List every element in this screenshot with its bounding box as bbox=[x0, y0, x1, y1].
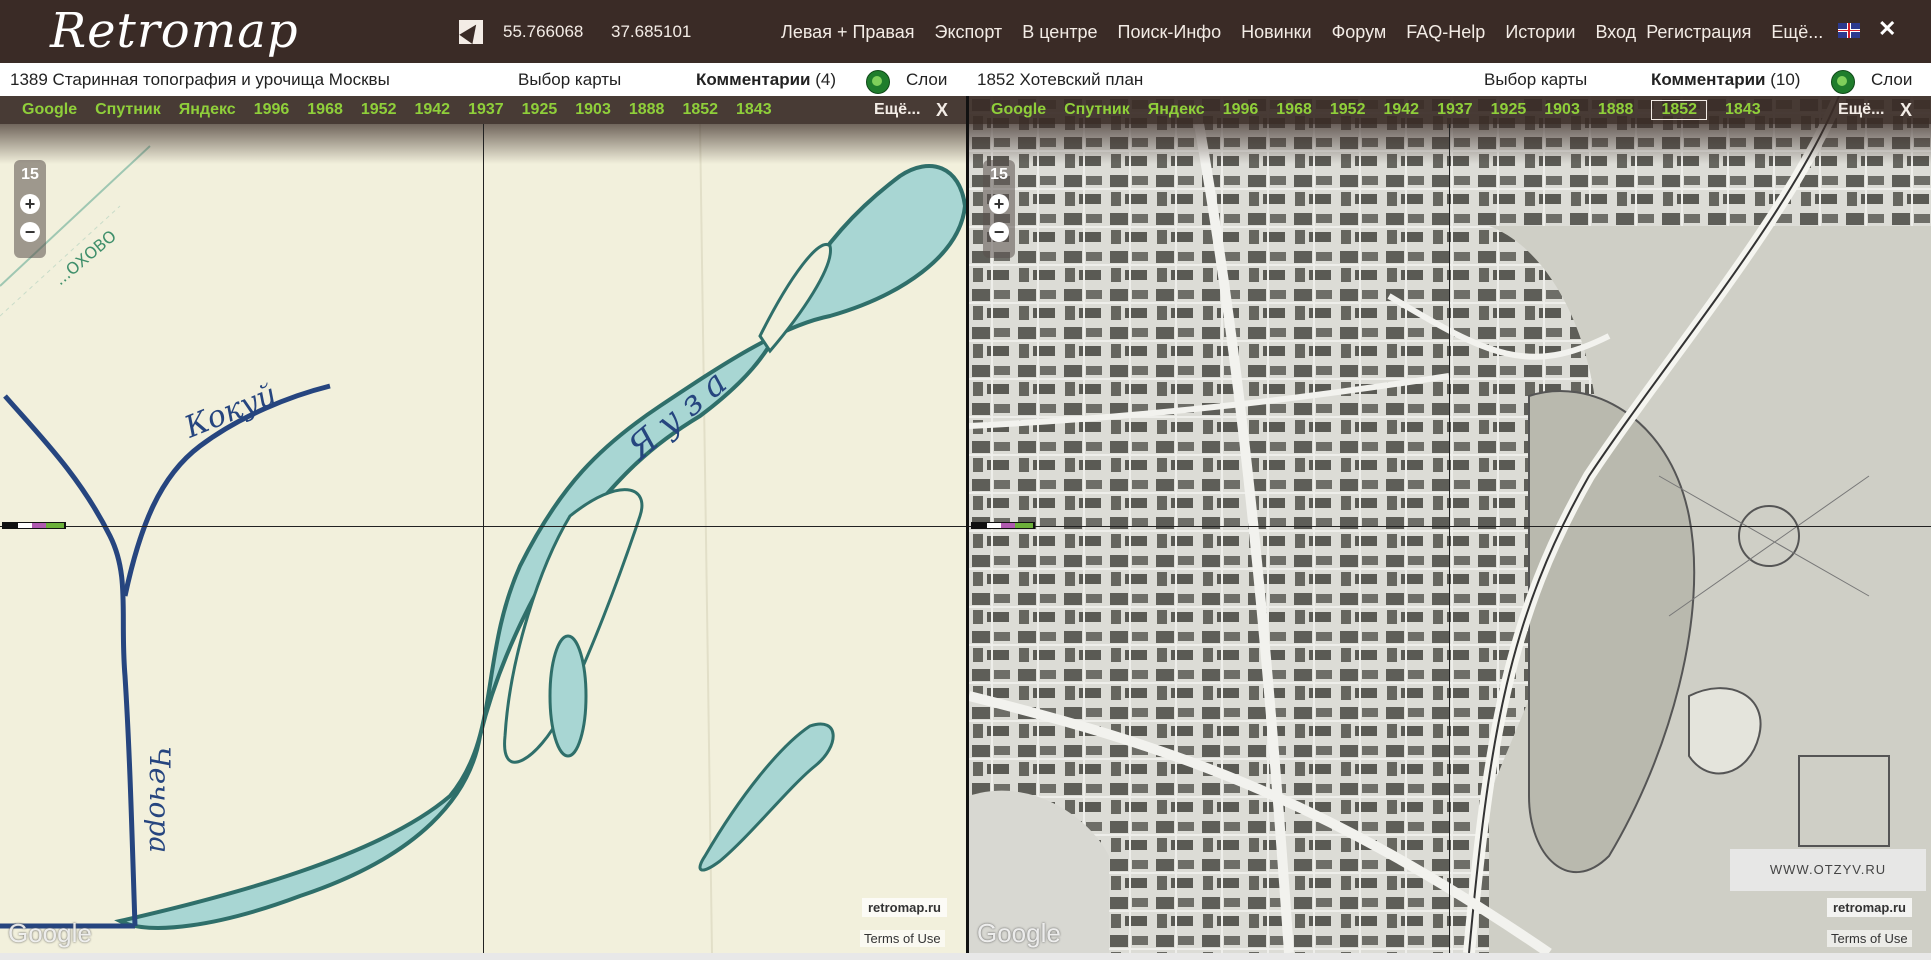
left-map-type-1903[interactable]: 1903 bbox=[575, 101, 611, 119]
right-scale-bar bbox=[971, 522, 1035, 529]
right-map-type-1952[interactable]: 1952 bbox=[1330, 101, 1366, 119]
left-scale-bar bbox=[2, 522, 66, 529]
right-map-type-yandex[interactable]: Яндекс bbox=[1148, 101, 1205, 119]
left-map-type-yandex[interactable]: Яндекс bbox=[179, 101, 236, 119]
chechora-label: Чечора bbox=[143, 746, 176, 853]
left-map-type-1937[interactable]: 1937 bbox=[468, 101, 504, 119]
uk-flag-icon[interactable] bbox=[1838, 23, 1860, 38]
left-google-logo: Google bbox=[8, 918, 92, 948]
right-zoom-out-button[interactable]: − bbox=[989, 222, 1009, 242]
right-map-type-1852-active[interactable]: 1852 bbox=[1651, 100, 1708, 120]
right-map-type-satellite[interactable]: Спутник bbox=[1064, 101, 1130, 119]
right-map-type-1903[interactable]: 1903 bbox=[1544, 101, 1580, 119]
menu-left-right[interactable]: Левая + Правая bbox=[781, 22, 915, 43]
watermark: WWW.OTZYV.RU bbox=[1730, 849, 1926, 891]
left-close-icon[interactable]: X bbox=[936, 100, 948, 121]
close-icon[interactable]: ✕ bbox=[1878, 16, 1896, 42]
menu-more[interactable]: Ещё... bbox=[1771, 22, 1823, 43]
menu-new[interactable]: Новинки bbox=[1241, 22, 1312, 43]
left-comments-label: Комментарии bbox=[696, 70, 811, 89]
menu-stories[interactable]: Истории bbox=[1505, 22, 1575, 43]
menu-login[interactable]: Вход bbox=[1595, 22, 1636, 43]
retromap-logo[interactable]: Retromap bbox=[50, 3, 299, 59]
left-crosshair-horizontal bbox=[0, 526, 966, 527]
menu-export[interactable]: Экспорт bbox=[935, 22, 1003, 43]
right-map-type-1942[interactable]: 1942 bbox=[1383, 101, 1419, 119]
top-menu: Левая + Правая Экспорт В центре Поиск-Ин… bbox=[781, 20, 1843, 44]
left-map-type-1968[interactable]: 1968 bbox=[307, 101, 343, 119]
menu-center[interactable]: В центре bbox=[1022, 22, 1097, 43]
left-zoom-level: 15 bbox=[21, 166, 39, 183]
right-map-info-bar: 1852 Хотевский план Выбор карты Коммента… bbox=[969, 63, 1931, 96]
right-zoom-level: 15 bbox=[990, 166, 1008, 183]
menu-register[interactable]: Регистрация bbox=[1646, 22, 1751, 43]
right-layers-globe-icon[interactable] bbox=[1831, 70, 1855, 94]
right-map-title: 1852 Хотевский план bbox=[977, 70, 1144, 89]
left-select-map-link[interactable]: Выбор карты bbox=[518, 70, 621, 90]
bottom-border bbox=[0, 953, 1931, 960]
left-zoom-in-button[interactable]: + bbox=[20, 194, 40, 214]
right-comments-label: Комментарии bbox=[1651, 70, 1766, 89]
right-map-type-1968[interactable]: 1968 bbox=[1276, 101, 1312, 119]
right-zoom-control: 15 + − bbox=[983, 160, 1015, 258]
navigation-arrow-icon[interactable] bbox=[459, 20, 483, 44]
right-map-type-1925[interactable]: 1925 bbox=[1491, 101, 1527, 119]
left-map-type-satellite[interactable]: Спутник bbox=[95, 101, 161, 119]
right-map-panel[interactable]: Google Спутник Яндекс 1996 1968 1952 194… bbox=[969, 96, 1931, 953]
right-crosshair-vertical bbox=[1449, 124, 1450, 953]
right-map-type-1888[interactable]: 1888 bbox=[1598, 101, 1634, 119]
right-more-link[interactable]: Ещё... bbox=[1838, 101, 1884, 119]
right-map-type-google[interactable]: Google bbox=[991, 101, 1046, 119]
right-toolbar-shadow bbox=[969, 124, 1931, 164]
right-map-type-1937[interactable]: 1937 bbox=[1437, 101, 1473, 119]
left-map-panel[interactable]: Кокуй Яуза Чечора ...ОХОВО Google Спутни… bbox=[0, 96, 966, 953]
right-terms-link[interactable]: Terms of Use bbox=[1827, 930, 1912, 947]
right-comments-link[interactable]: Комментарии (10) bbox=[1651, 70, 1800, 90]
left-map-type-1925[interactable]: 1925 bbox=[522, 101, 558, 119]
left-map-type-1952[interactable]: 1952 bbox=[361, 101, 397, 119]
left-map-info-bar: 1389 Старинная топография и урочища Моск… bbox=[0, 63, 966, 96]
right-select-map-link[interactable]: Выбор карты bbox=[1484, 70, 1587, 90]
left-crosshair-vertical bbox=[483, 124, 484, 953]
left-map-type-google[interactable]: Google bbox=[22, 101, 77, 119]
right-comments-count: (10) bbox=[1770, 70, 1801, 89]
left-map-type-1852[interactable]: 1852 bbox=[682, 101, 718, 119]
menu-search-info[interactable]: Поиск-Инфо bbox=[1118, 22, 1222, 43]
menu-forum[interactable]: Форум bbox=[1332, 22, 1387, 43]
right-map-type-1843[interactable]: 1843 bbox=[1725, 101, 1761, 119]
left-zoom-control: 15 + − bbox=[14, 160, 46, 258]
left-more-link[interactable]: Ещё... bbox=[874, 101, 920, 119]
right-map-type-1996[interactable]: 1996 bbox=[1223, 101, 1259, 119]
right-layers-link[interactable]: Слои bbox=[1871, 70, 1912, 90]
right-zoom-in-button[interactable]: + bbox=[989, 194, 1009, 214]
right-map-type-toolbar: Google Спутник Яндекс 1996 1968 1952 194… bbox=[969, 96, 1931, 124]
left-map-type-1942[interactable]: 1942 bbox=[414, 101, 450, 119]
top-header: Retromap 55.766068 37.685101 Левая + Пра… bbox=[0, 0, 1931, 63]
left-layers-globe-icon[interactable] bbox=[866, 70, 890, 94]
left-map-type-1843[interactable]: 1843 bbox=[736, 101, 772, 119]
right-google-logo: Google bbox=[977, 918, 1061, 948]
left-zoom-out-button[interactable]: − bbox=[20, 222, 40, 242]
right-historic-map[interactable] bbox=[969, 96, 1931, 953]
right-close-icon[interactable]: X bbox=[1900, 100, 1912, 121]
left-comments-link[interactable]: Комментарии (4) bbox=[696, 70, 836, 90]
left-layers-link[interactable]: Слои bbox=[906, 70, 947, 90]
longitude-value: 37.685101 bbox=[611, 22, 692, 41]
right-retromap-credit[interactable]: retromap.ru bbox=[1827, 898, 1912, 917]
latitude-value: 55.766068 bbox=[503, 22, 584, 41]
left-map-type-toolbar: Google Спутник Яндекс 1996 1968 1952 194… bbox=[0, 96, 966, 124]
menu-faq-help[interactable]: FAQ-Help bbox=[1406, 22, 1485, 43]
left-map-type-1888[interactable]: 1888 bbox=[629, 101, 665, 119]
left-terms-link[interactable]: Terms of Use bbox=[860, 930, 945, 947]
left-map-type-1996[interactable]: 1996 bbox=[254, 101, 290, 119]
right-crosshair-horizontal bbox=[969, 526, 1931, 527]
left-retromap-credit[interactable]: retromap.ru bbox=[862, 898, 947, 917]
left-map-title: 1389 Старинная топография и урочища Моск… bbox=[10, 70, 390, 89]
left-comments-count: (4) bbox=[815, 70, 836, 89]
